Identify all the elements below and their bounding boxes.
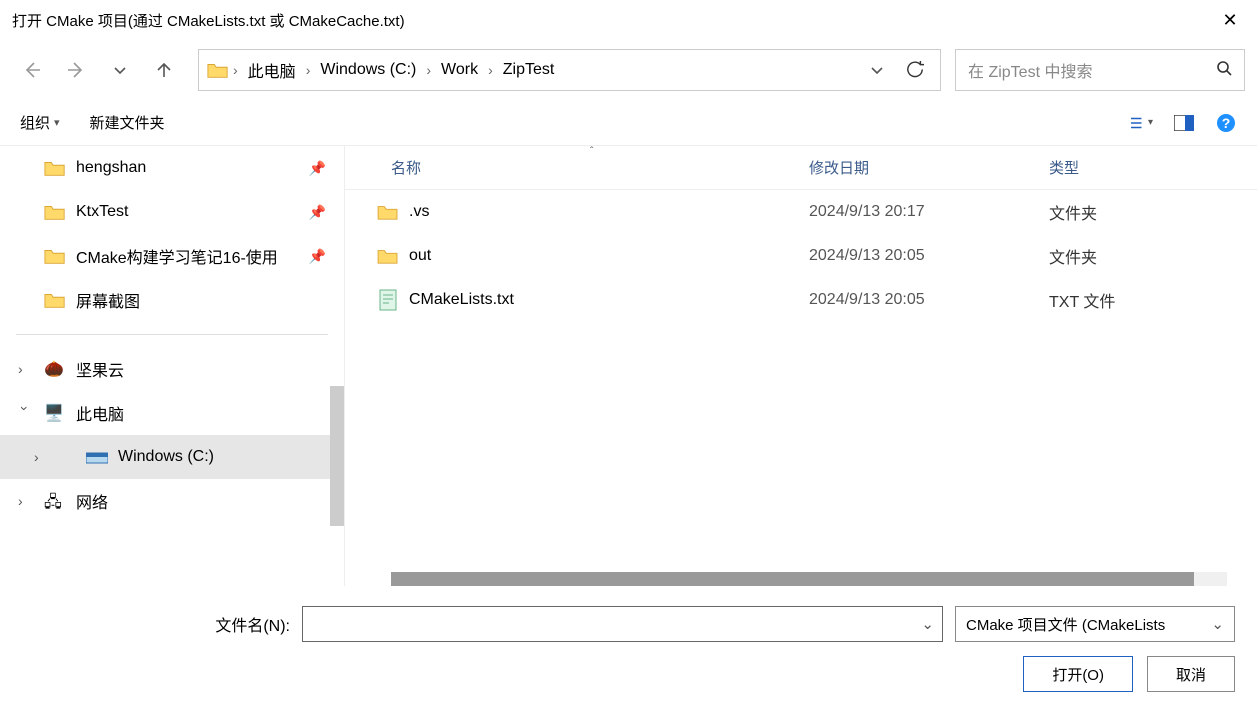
folder-icon [44, 202, 66, 222]
monitor-icon: 🖥️ [44, 403, 66, 423]
up-button[interactable] [144, 52, 184, 88]
window-title: 打开 CMake 项目(通过 CMakeLists.txt 或 CMakeCac… [12, 10, 1215, 31]
nut-icon: 🌰 [44, 359, 66, 379]
filename-input[interactable]: ⌄ [302, 606, 943, 642]
column-type[interactable]: 类型 [1049, 157, 1257, 178]
cancel-button[interactable]: 取消 [1147, 656, 1235, 692]
file-row[interactable]: .vs2024/9/13 20:17文件夹 [345, 190, 1257, 234]
tree-item-windows-c[interactable]: › Windows (C:) [0, 435, 344, 479]
chevron-down-icon: ⌄ [1211, 615, 1224, 633]
folder-icon [207, 59, 229, 81]
chevron-right-icon: › [34, 449, 48, 465]
tree-item-ktxtest[interactable]: KtxTest📌 [0, 190, 344, 234]
preview-pane-button[interactable] [1173, 112, 1195, 134]
folder-icon [375, 203, 401, 221]
tree-item-network[interactable]: › 🖧 网络 [0, 479, 344, 523]
open-button[interactable]: 打开(O) [1023, 656, 1133, 692]
svg-text:?: ? [1222, 115, 1231, 131]
folder-icon [44, 246, 66, 266]
file-type: 文件夹 [1049, 200, 1097, 224]
chevron-right-icon: › [18, 361, 32, 377]
chevron-down-icon: › [17, 406, 33, 420]
file-date: 2024/9/13 20:17 [809, 203, 1049, 221]
chevron-right-icon: › [306, 62, 311, 78]
folder-icon [44, 290, 66, 310]
breadcrumb-work[interactable]: Work [435, 61, 484, 79]
new-folder-button[interactable]: 新建文件夹 [90, 112, 165, 133]
chevron-down-icon[interactable]: ⌄ [921, 615, 934, 633]
file-icon [375, 289, 401, 311]
filetype-select[interactable]: CMake 项目文件 (CMakeLists⌄ [955, 606, 1235, 642]
breadcrumb-drive[interactable]: Windows (C:) [314, 61, 422, 79]
filename-label: 文件名(N): [0, 612, 290, 636]
tree-item-thispc[interactable]: › 🖥️ 此电脑 [0, 391, 344, 435]
file-type: TXT 文件 [1049, 288, 1115, 312]
address-bar[interactable]: › 此电脑 › Windows (C:) › Work › ZipTest [198, 49, 941, 91]
file-date: 2024/9/13 20:05 [809, 247, 1049, 265]
folder-icon [44, 158, 66, 178]
breadcrumb-ziptest[interactable]: ZipTest [497, 61, 561, 79]
close-button[interactable]: ✕ [1215, 10, 1245, 31]
column-name[interactable]: 名称 [391, 157, 809, 178]
pin-icon: 📌 [309, 248, 326, 265]
column-date[interactable]: 修改日期 [809, 157, 1049, 178]
address-dropdown[interactable] [860, 63, 894, 77]
chevron-right-icon: › [488, 62, 493, 78]
drive-icon [86, 447, 108, 467]
file-row[interactable]: CMakeLists.txt2024/9/13 20:05TXT 文件 [345, 278, 1257, 322]
scrollbar-thumb[interactable] [330, 386, 344, 526]
pin-icon: 📌 [309, 204, 326, 221]
view-menu[interactable]: ▾ [1131, 112, 1153, 134]
refresh-button[interactable] [898, 61, 932, 79]
file-name: out [409, 247, 809, 265]
search-input[interactable]: 在 ZipTest 中搜索 [955, 49, 1245, 91]
search-icon [1216, 60, 1232, 81]
file-date: 2024/9/13 20:05 [809, 291, 1049, 309]
folder-icon [375, 247, 401, 265]
file-name: CMakeLists.txt [409, 291, 809, 309]
pin-icon: 📌 [309, 160, 326, 177]
separator [16, 334, 328, 335]
tree-item-screenshots[interactable]: 屏幕截图 [0, 278, 344, 322]
sort-indicator-icon: ˆ [590, 146, 593, 157]
chevron-right-icon: › [426, 62, 431, 78]
breadcrumb-thispc[interactable]: 此电脑 [242, 58, 302, 82]
navigation-tree: hengshan📌 KtxTest📌 CMake构建学习笔记16-使用📌 屏幕截… [0, 146, 345, 586]
forward-button[interactable] [56, 52, 96, 88]
file-name: .vs [409, 203, 809, 221]
horizontal-scrollbar[interactable] [391, 572, 1227, 586]
file-row[interactable]: out2024/9/13 20:05文件夹 [345, 234, 1257, 278]
chevron-right-icon: › [18, 493, 32, 509]
network-icon: 🖧 [44, 491, 66, 511]
search-placeholder: 在 ZipTest 中搜索 [968, 58, 1092, 82]
file-type: 文件夹 [1049, 244, 1097, 268]
help-button[interactable]: ? [1215, 112, 1237, 134]
back-button[interactable] [12, 52, 52, 88]
chevron-right-icon: › [233, 62, 238, 78]
tree-item-nutcloud[interactable]: › 🌰 坚果云 [0, 347, 344, 391]
organize-menu[interactable]: 组织▾ [20, 112, 60, 133]
column-headers: ˆ 名称 修改日期 类型 [345, 146, 1257, 190]
recent-dropdown[interactable] [100, 52, 140, 88]
tree-item-cmake-notes[interactable]: CMake构建学习笔记16-使用📌 [0, 234, 344, 278]
tree-item-hengshan[interactable]: hengshan📌 [0, 146, 344, 190]
